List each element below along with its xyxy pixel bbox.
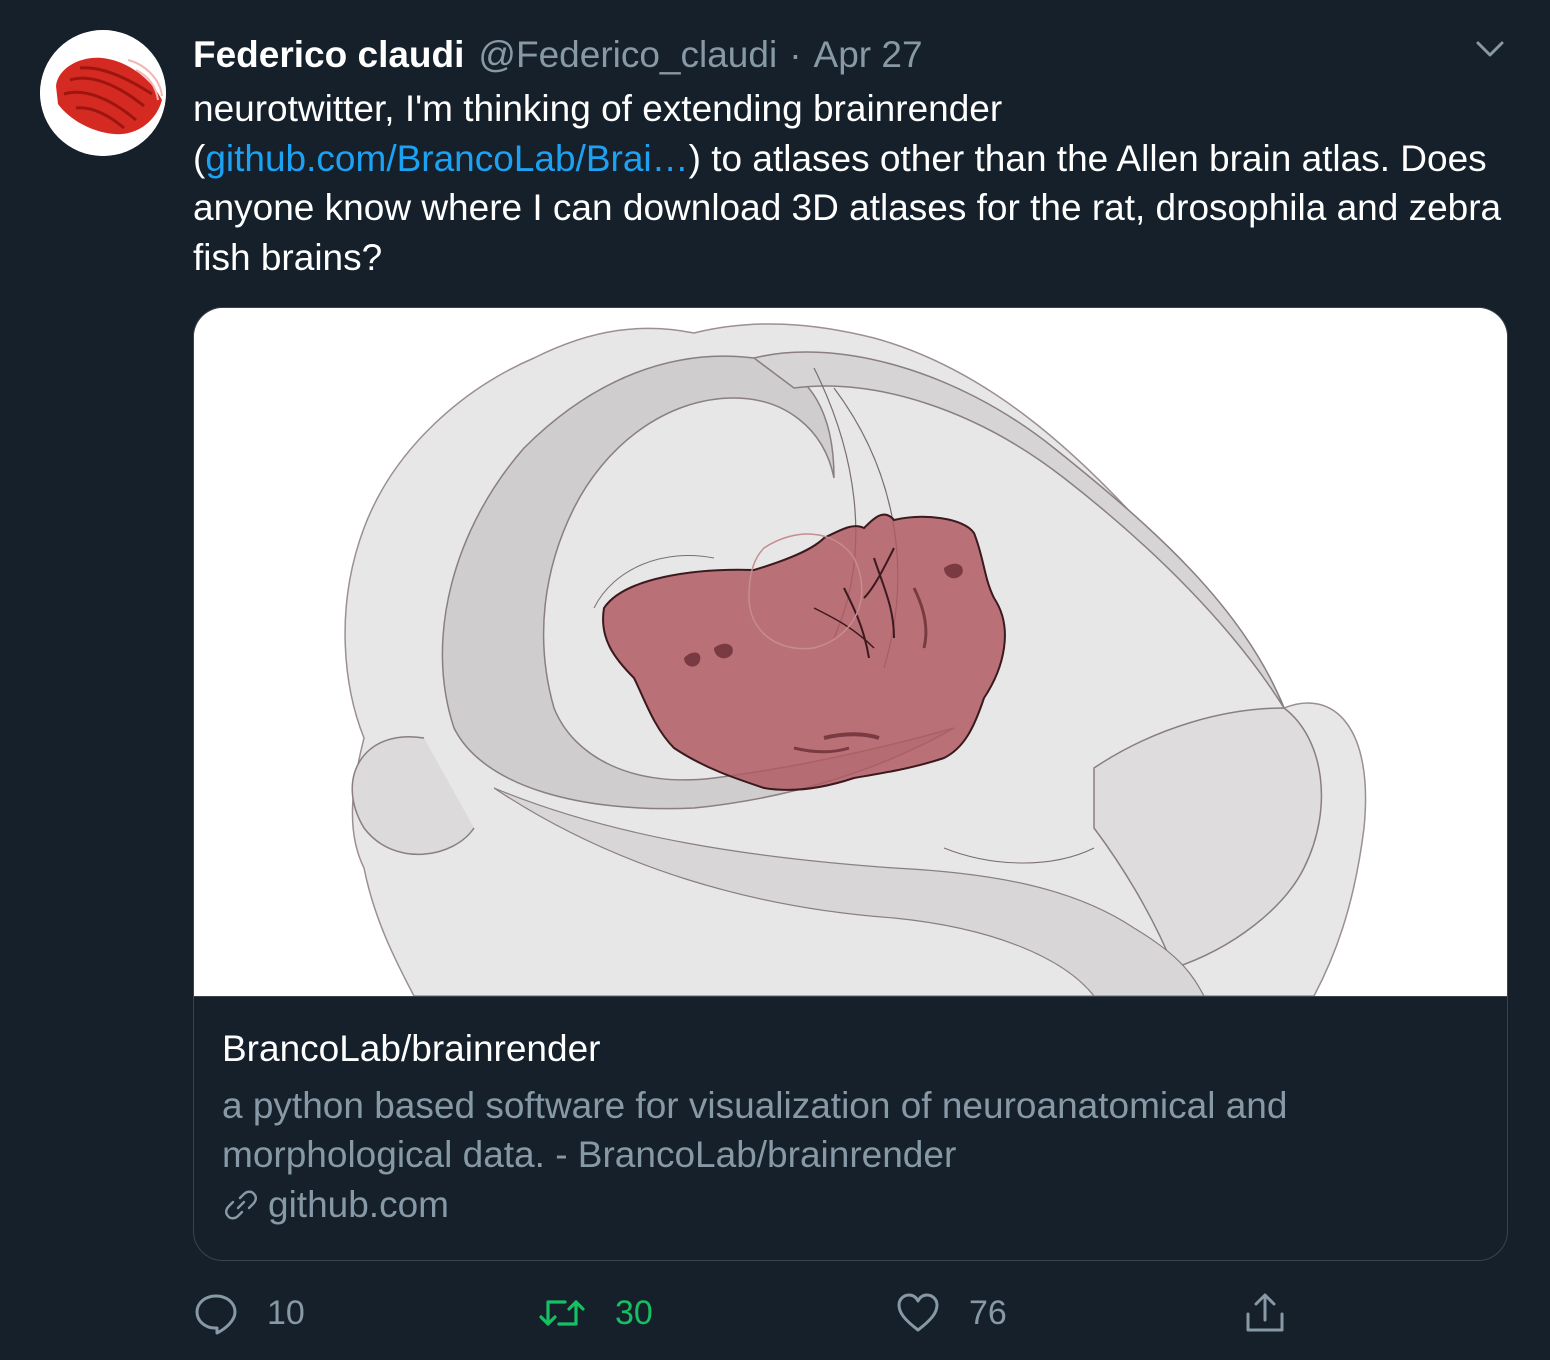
tweet-text: neurotwitter, I'm thinking of extending … (193, 84, 1513, 282)
tweet-link[interactable]: github.com/BrancoLab/Brai… (205, 138, 688, 179)
tweet-actions: 10 30 76 (0, 1288, 1550, 1338)
retweet-icon (539, 1300, 585, 1326)
tweet-header: Federico claudi @Federico_claudi · Apr 2… (193, 30, 923, 80)
author-handle[interactable]: @Federico_claudi (478, 34, 777, 76)
share-icon (1246, 1293, 1284, 1332)
link-card[interactable]: BrancoLab/brainrender a python based sof… (193, 307, 1508, 1261)
link-icon (225, 1190, 257, 1220)
tweet-date[interactable]: Apr 27 (814, 34, 923, 76)
card-title: BrancoLab/brainrender (222, 1028, 601, 1069)
reply-icon (195, 1294, 237, 1335)
reply-button[interactable]: 10 (193, 1288, 305, 1338)
card-description: a python based software for visualizatio… (222, 1085, 1288, 1175)
card-domain: github.com (222, 1184, 449, 1226)
author-avatar[interactable] (40, 30, 166, 156)
share-button[interactable] (1242, 1288, 1316, 1338)
brain-render-image (194, 308, 1507, 996)
card-domain-text: github.com (268, 1184, 449, 1225)
heart-icon (897, 1293, 939, 1332)
like-button[interactable]: 76 (895, 1288, 1007, 1338)
retweet-button[interactable]: 30 (537, 1288, 653, 1338)
card-image[interactable] (194, 308, 1507, 997)
red-brain-avatar-image (40, 30, 166, 156)
tweet: Federico claudi @Federico_claudi · Apr 2… (0, 0, 1550, 1360)
reply-count: 10 (267, 1293, 305, 1332)
author-name[interactable]: Federico claudi (193, 34, 464, 76)
like-count: 76 (969, 1293, 1007, 1332)
chevron-down-icon[interactable] (1470, 32, 1510, 66)
retweet-count: 30 (615, 1293, 653, 1332)
header-separator: · (789, 34, 802, 75)
